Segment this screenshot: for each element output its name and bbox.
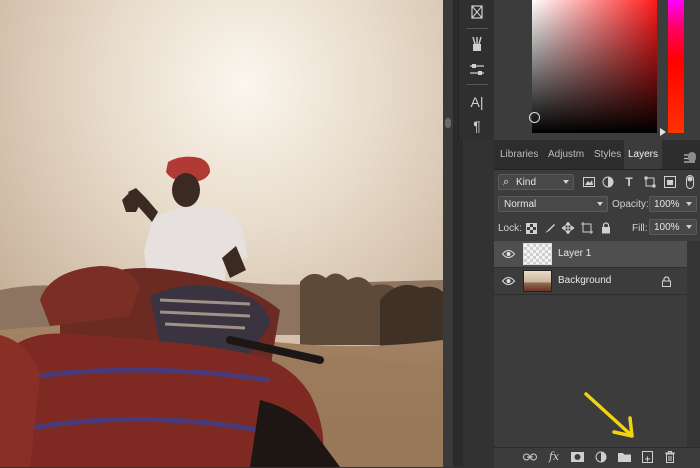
fill-label: Fill: <box>632 223 648 234</box>
tab-layers[interactable]: Layers <box>624 140 662 169</box>
color-picker-field[interactable] <box>532 0 657 133</box>
blend-mode-value: Normal <box>504 199 537 210</box>
layer-effects-icon[interactable]: fx <box>547 449 561 464</box>
chevron-down-icon <box>563 180 569 184</box>
link-layers-icon[interactable] <box>523 449 537 464</box>
lock-image-pixels-icon[interactable] <box>543 221 557 235</box>
lock-position-icon[interactable] <box>561 221 575 235</box>
toolbar-divider <box>466 28 488 29</box>
character-icon[interactable]: A| <box>459 90 495 114</box>
canvas-scrollbar[interactable] <box>443 0 453 467</box>
opacity-value: 100% <box>654 199 680 210</box>
chevron-down-icon <box>686 225 692 229</box>
document-canvas[interactable] <box>0 0 443 467</box>
eye-icon[interactable] <box>502 249 515 259</box>
opacity-label: Opacity: <box>612 199 649 210</box>
layer-thumbnail <box>523 270 552 292</box>
brushes-icon[interactable] <box>459 32 495 56</box>
layer-name[interactable]: Layer 1 <box>558 248 591 259</box>
adjust-sliders-icon[interactable] <box>459 58 495 82</box>
add-mask-icon[interactable] <box>570 449 584 464</box>
layer-row-background[interactable]: Background <box>494 268 687 295</box>
adjustment-layer-icon[interactable] <box>594 449 608 464</box>
trash-icon[interactable] <box>663 449 677 464</box>
folder-icon[interactable] <box>617 449 631 464</box>
tab-styles[interactable]: Styles <box>594 140 624 169</box>
opacity-field[interactable]: 100% <box>649 196 697 212</box>
filter-adjustment-icon[interactable] <box>600 175 616 189</box>
layers-list-scrollbar[interactable] <box>687 241 700 447</box>
paragraph-icon[interactable]: ¶ <box>459 114 495 138</box>
tab-libraries[interactable]: Libraries <box>500 140 542 169</box>
toolbar-divider <box>466 84 488 85</box>
tab-adjustments[interactable]: Adjustm <box>548 140 588 169</box>
canvas-scroll-thumb[interactable] <box>445 118 451 128</box>
layer-kind-filter[interactable]: ⌕ Kind <box>498 174 574 190</box>
filter-pixel-icon[interactable] <box>581 175 597 189</box>
lock-transparent-pixels-icon[interactable] <box>524 221 538 235</box>
filter-shape-icon[interactable] <box>642 175 658 189</box>
blend-mode-select[interactable]: Normal <box>498 196 608 212</box>
kind-filter-label: Kind <box>516 177 537 188</box>
layer-row-layer-1[interactable]: Layer 1 <box>494 241 687 268</box>
annotation-arrow-icon <box>584 392 634 438</box>
chevron-down-icon <box>597 202 603 206</box>
lock-artboard-icon[interactable] <box>580 221 594 235</box>
eye-icon[interactable] <box>502 276 515 286</box>
new-layer-icon[interactable] <box>640 449 654 464</box>
layer-name[interactable]: Background <box>558 275 611 286</box>
filter-smart-object-icon[interactable] <box>662 175 678 189</box>
hue-slider-strip[interactable] <box>668 0 684 133</box>
lock-all-icon[interactable] <box>599 221 613 235</box>
photo-illustration <box>0 0 443 467</box>
lock-icon <box>662 276 671 287</box>
puppet-warp-icon[interactable] <box>459 0 495 24</box>
filter-type-icon[interactable]: T <box>621 175 637 189</box>
filter-toggle-icon[interactable] <box>682 175 698 189</box>
chevron-down-icon <box>686 202 692 206</box>
fill-field[interactable]: 100% <box>649 219 697 235</box>
panel-icon-bar: A| ¶ <box>458 0 495 140</box>
hue-slider-handle[interactable] <box>660 128 666 136</box>
search-icon: ⌕ <box>503 176 510 188</box>
layer-thumbnail <box>523 243 552 265</box>
lock-label: Lock: <box>498 223 522 234</box>
panel-toggle-switch[interactable] <box>688 152 696 162</box>
color-picker-cursor[interactable] <box>529 112 540 123</box>
fill-value: 100% <box>654 222 680 233</box>
